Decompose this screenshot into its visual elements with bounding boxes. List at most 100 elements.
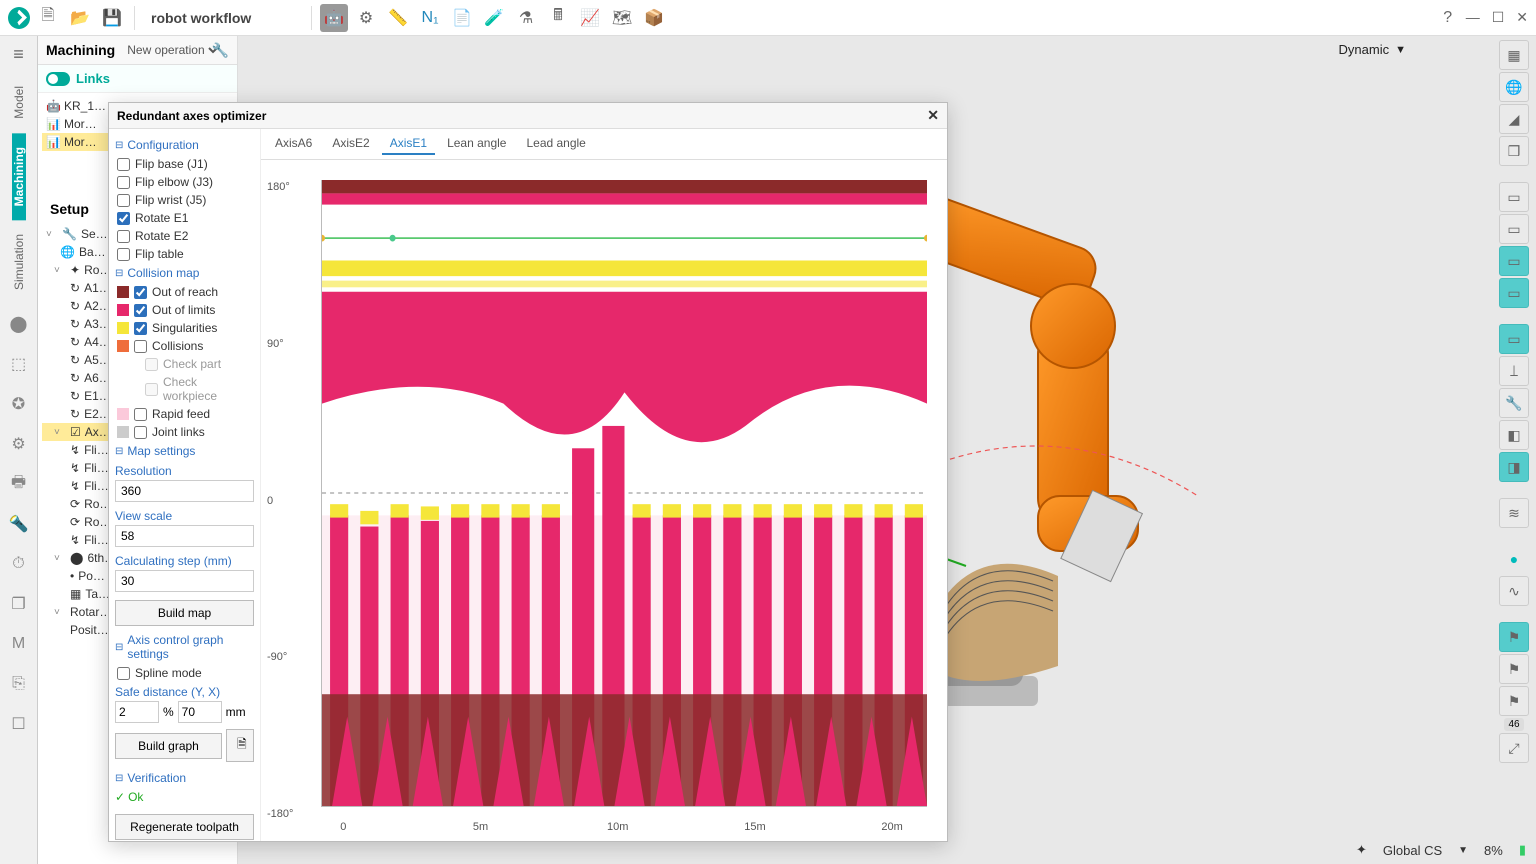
tab-axisa6[interactable]: AxisA6 [267,133,320,155]
rt-flag1-icon[interactable]: ⚑ [1499,622,1529,652]
rt-fixture-icon[interactable]: ▭ [1499,324,1529,354]
toolbar-icon-3[interactable]: 📏 [384,4,412,32]
rt-tool-icon[interactable]: ⟘ [1499,356,1529,386]
dialog-close-icon[interactable]: ✕ [927,107,939,124]
sidebar-icon-timer[interactable]: ⏱ [5,550,33,578]
sidebar-icon-box[interactable]: ☐ [5,710,33,738]
input-calc-step[interactable] [115,570,254,592]
rt-wave-icon[interactable]: ≋ [1499,498,1529,528]
coord-system-label[interactable]: Global CS [1383,843,1442,858]
app-logo[interactable] [8,7,30,29]
tab-simulation[interactable]: Simulation [12,220,26,304]
chevron-down-icon[interactable]: ▼ [1395,44,1406,56]
battery-label: 8% [1484,843,1503,858]
rt-sine-icon[interactable]: ∿ [1499,576,1529,606]
rt-block1-icon[interactable]: ▭ [1499,182,1529,212]
save-file-icon[interactable]: 💾 [98,4,126,32]
rt-holder-icon[interactable]: 🔧 [1499,388,1529,418]
swatch-joint-links [117,426,129,438]
rt-grid-icon[interactable]: ▦ [1499,40,1529,70]
chk-singularities[interactable] [134,322,147,335]
rt-expand-icon[interactable]: ⤢ [1499,733,1529,763]
chk-flip-table[interactable] [117,248,130,261]
toolbar-icon-7[interactable]: ⚗ [512,4,540,32]
toolbar-icon-9[interactable]: 📈 [576,4,604,32]
rt-stock-icon[interactable]: ▭ [1499,246,1529,276]
toolbar-icon-8[interactable]: 🖩 [544,4,572,32]
tab-lead-angle[interactable]: Lead angle [518,133,593,155]
tab-lean-angle[interactable]: Lean angle [439,133,514,155]
toolbar-icon-5[interactable]: 📄 [448,4,476,32]
collision-map-chart[interactable]: 180° 90° 0 -90° -180° 0 5m 10m 15m 20m [261,160,947,841]
chk-flip-wrist[interactable] [117,194,130,207]
sidebar-icon-compass[interactable]: ✪ [5,390,33,418]
rt-globe-icon[interactable]: 🌐 [1499,72,1529,102]
section-configuration[interactable]: Configuration [115,135,254,155]
sidebar-icon-m[interactable]: M [5,630,33,658]
toolbar-icon-4[interactable]: N₁ [416,4,444,32]
chk-rotate-e2[interactable] [117,230,130,243]
chk-rotate-e1[interactable] [117,212,130,225]
sidebar-icon-print[interactable]: 🖶 [5,470,33,498]
input-view-scale[interactable] [115,525,254,547]
chk-collisions[interactable] [134,340,147,353]
close-window-icon[interactable]: ✕ [1516,9,1528,26]
toolbar-icon-10[interactable]: 🗺 [608,4,636,32]
rt-part-icon[interactable]: ▭ [1499,278,1529,308]
rt-dot-icon[interactable]: ● [1499,544,1529,574]
tab-axise1[interactable]: AxisE1 [382,133,435,155]
new-file-icon[interactable]: 🗎 [34,4,62,32]
sidebar-icon-select[interactable]: ⬚ [5,350,33,378]
toolbar-icon-1[interactable]: 🤖 [320,4,348,32]
rt-flag2-icon[interactable]: ⚑ [1499,654,1529,684]
build-map-button[interactable]: Build map [115,600,254,626]
sidebar-icon-output[interactable]: ⎘ [5,670,33,698]
axis-triad-icon[interactable]: ✦ [1356,842,1367,858]
chk-flip-base[interactable] [117,158,130,171]
tab-model[interactable]: Model [12,72,26,133]
tab-axise2[interactable]: AxisE2 [324,133,377,155]
open-file-icon[interactable]: 📂 [66,4,94,32]
toolbar-icon-2[interactable]: ⚙ [352,4,380,32]
tab-machining[interactable]: Machining [12,133,26,220]
input-safe-x[interactable] [178,701,222,723]
sidebar-icon-globe[interactable]: ⬤ [5,310,33,338]
help-icon[interactable]: ? [1434,4,1462,32]
sidebar-icon-copy[interactable]: ❐ [5,590,33,618]
rt-misc2-icon[interactable]: ◨ [1499,452,1529,482]
toolbar-icon-11[interactable]: 📦 [640,4,668,32]
chk-out-of-reach[interactable] [134,286,147,299]
toolbar-icon-6[interactable]: 🧪 [480,4,508,32]
rt-cube-icon[interactable]: ❒ [1499,136,1529,166]
rt-block2-icon[interactable]: ▭ [1499,214,1529,244]
chevron-down-icon[interactable]: ▼ [1458,845,1468,856]
file-title: robot workflow [143,10,303,26]
wrench-icon[interactable]: 🔧 [212,42,229,59]
chk-out-of-limits[interactable] [134,304,147,317]
section-map-settings[interactable]: Map settings [115,441,254,461]
input-resolution[interactable] [115,480,254,502]
minimize-icon[interactable]: — [1466,9,1480,26]
section-verification[interactable]: Verification [115,768,254,788]
rt-misc1-icon[interactable]: ◧ [1499,420,1529,450]
build-graph-button[interactable]: Build graph [115,733,222,759]
regenerate-toolpath-button[interactable]: Regenerate toolpath [115,814,254,840]
links-toggle[interactable] [46,72,70,86]
section-collision-map[interactable]: Collision map [115,263,254,283]
sidebar-icon-flash[interactable]: 🔦 [5,510,33,538]
swatch-collisions [117,340,129,352]
chk-joint-links[interactable] [134,426,147,439]
sidebar-icon-gear[interactable]: ⚙ [5,430,33,458]
rt-flag3-icon[interactable]: ⚑ [1499,686,1529,716]
view-mode-label[interactable]: Dynamic [1339,42,1390,57]
chk-flip-elbow[interactable] [117,176,130,189]
input-safe-y[interactable] [115,701,159,723]
chk-spline-mode[interactable] [117,667,130,680]
maximize-icon[interactable]: ☐ [1492,9,1505,26]
section-axis-control[interactable]: Axis control graph settings [115,630,254,664]
hamburger-icon[interactable]: ≡ [13,44,24,65]
chk-rapid-feed[interactable] [134,408,147,421]
new-operation-dropdown[interactable]: New operation [123,42,221,58]
rt-plane-icon[interactable]: ◢ [1499,104,1529,134]
build-graph-aux-button[interactable]: 🗎 [226,729,254,762]
